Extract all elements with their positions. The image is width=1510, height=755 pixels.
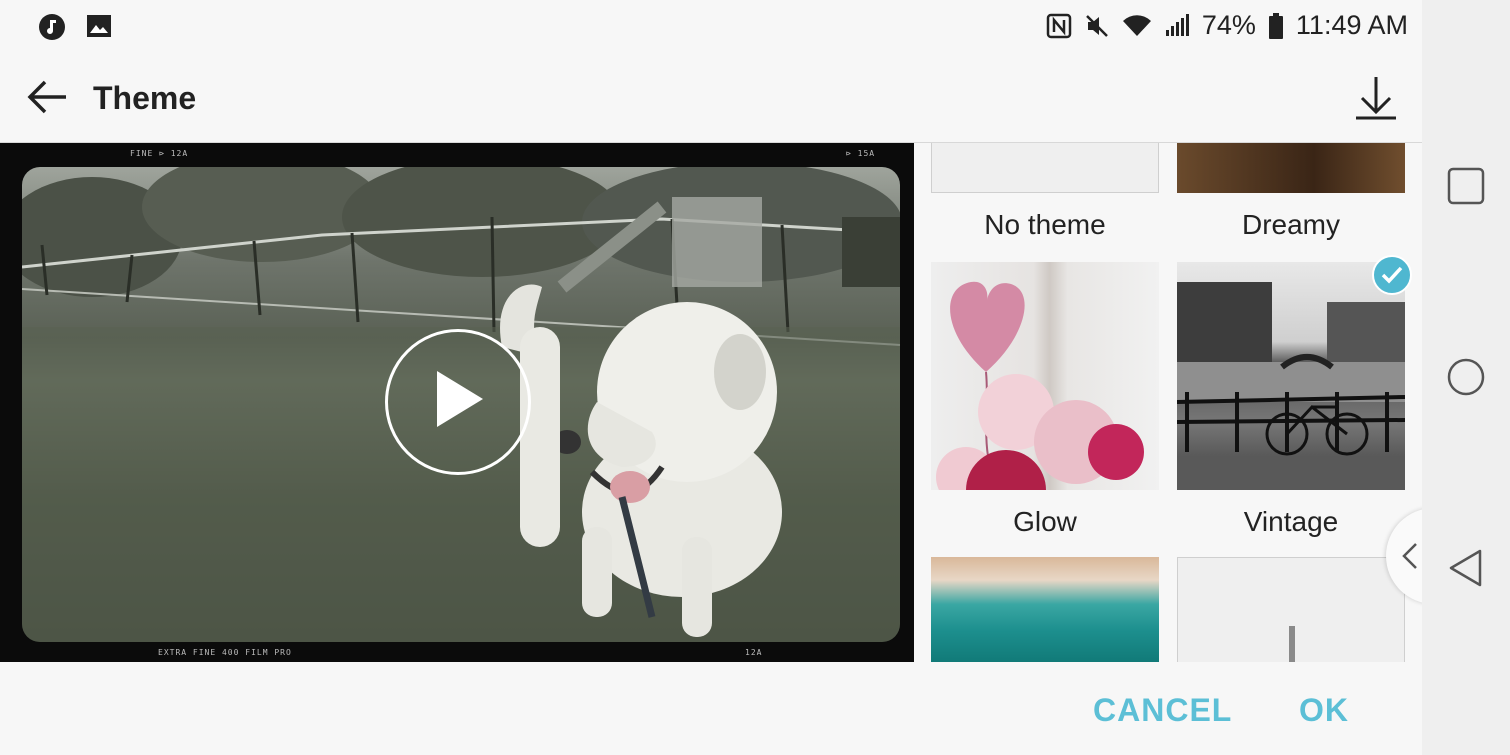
signal-icon <box>1165 13 1189 36</box>
wifi-icon <box>1122 14 1151 36</box>
video-preview[interactable]: FINE ⊳ 12A ⊳ 15A EXTRA FINE 400 FILM PRO… <box>0 143 914 662</box>
film-marking-top-left: FINE ⊳ 12A <box>130 149 189 158</box>
theme-thumb-glow[interactable] <box>931 262 1159 490</box>
clock: 11:49 AM <box>1295 10 1408 40</box>
music-note-icon <box>39 14 65 40</box>
film-marking-top-right: ⊳ 15A <box>846 149 876 158</box>
navigation-bar <box>1422 0 1510 755</box>
home-icon[interactable] <box>1446 357 1486 397</box>
theme-label-glow: Glow <box>1013 506 1077 537</box>
back-nav-icon[interactable] <box>1446 548 1486 588</box>
ok-button[interactable]: OK <box>1299 692 1349 729</box>
play-button[interactable] <box>385 329 531 475</box>
chevron-left-icon <box>1402 543 1417 569</box>
theme-thumb-no-theme[interactable] <box>931 143 1159 193</box>
image-icon <box>87 15 111 37</box>
balloons-illustration <box>936 281 1144 490</box>
play-icon <box>437 371 483 427</box>
canal-illustration <box>1177 282 1405 490</box>
theme-thumb-wave[interactable] <box>931 557 1159 662</box>
battery-percent: 74% <box>1201 10 1256 40</box>
download-icon[interactable] <box>1354 74 1398 122</box>
back-arrow-icon[interactable] <box>26 78 68 116</box>
battery-icon <box>1268 12 1283 39</box>
theme-thumb-dreamy[interactable] <box>1177 143 1405 193</box>
toolbar: Theme <box>0 52 1422 143</box>
status-bar: 74% 11:49 AM <box>0 0 1422 52</box>
theme-grid: No theme Dreamy Glow Vintage <box>914 143 1422 662</box>
film-marking-bottom-right: 12A <box>745 648 763 657</box>
action-bar: CANCEL OK <box>0 662 1422 755</box>
page-title: Theme <box>93 80 197 116</box>
theme-thumb-blank[interactable] <box>1177 557 1405 662</box>
mute-icon <box>1085 14 1108 37</box>
theme-label-dreamy: Dreamy <box>1241 209 1340 240</box>
theme-label-no-theme: No theme <box>984 209 1106 240</box>
recents-icon[interactable] <box>1446 166 1486 206</box>
cancel-button[interactable]: CANCEL <box>1093 692 1232 729</box>
nfc-icon <box>1046 13 1072 38</box>
selected-check-icon <box>1372 255 1412 295</box>
theme-thumb-vintage[interactable] <box>1177 262 1405 490</box>
theme-label-vintage: Vintage <box>1243 506 1339 537</box>
film-marking-bottom-left: EXTRA FINE 400 FILM PRO <box>158 648 292 657</box>
thumb-mark <box>1289 626 1295 662</box>
